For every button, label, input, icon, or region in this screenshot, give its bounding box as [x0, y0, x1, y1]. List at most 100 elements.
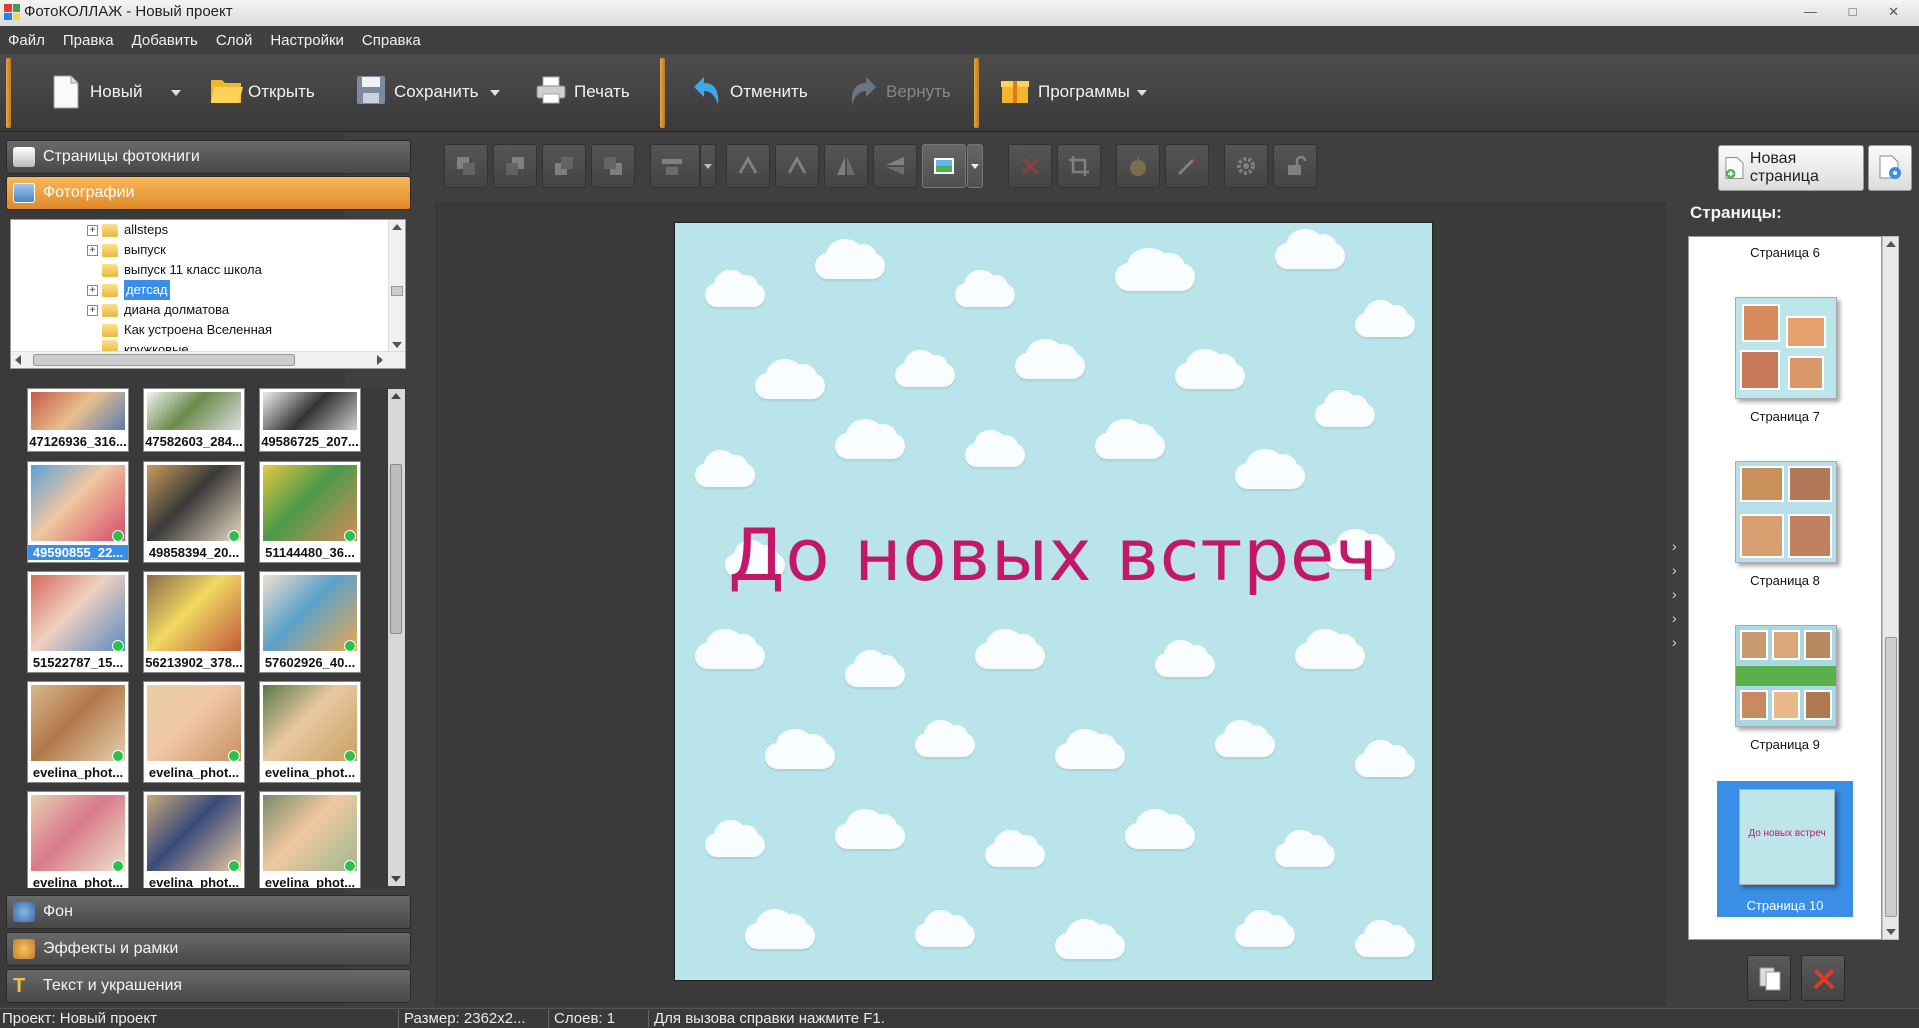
- tree-item[interactable]: + выпуск: [87, 240, 166, 260]
- menu-layer[interactable]: Слой: [216, 32, 252, 49]
- send-backward-button[interactable]: [542, 144, 586, 188]
- flip-horizontal-button[interactable]: [824, 144, 868, 188]
- flip-vertical-icon: [886, 157, 904, 175]
- photo-thumbnail[interactable]: evelina_phot...: [27, 791, 129, 888]
- section-background[interactable]: Фон: [6, 895, 411, 929]
- expand-icon[interactable]: +: [87, 304, 98, 316]
- photo-thumbnail[interactable]: 47582603_284...: [143, 388, 245, 452]
- status-layers: Слоев: 1: [554, 1010, 616, 1027]
- send-to-back-button[interactable]: [591, 144, 635, 188]
- expand-icon[interactable]: +: [87, 244, 98, 256]
- crop-button[interactable]: [1057, 144, 1101, 188]
- tree-item[interactable]: + детсад: [87, 280, 170, 300]
- photo-thumbnail[interactable]: 49590855_22...: [27, 461, 129, 563]
- new-button[interactable]: Новый: [52, 66, 142, 118]
- open-button[interactable]: Открыть: [210, 66, 315, 118]
- expand-icon[interactable]: +: [87, 224, 98, 236]
- page-thumbnail[interactable]: [1735, 297, 1837, 399]
- page-thumbnail[interactable]: До новых встреч: [1739, 789, 1835, 885]
- thumbnails-scrollbar[interactable]: [388, 389, 405, 886]
- align-button[interactable]: [650, 144, 700, 188]
- new-page-button[interactable]: Новая страница: [1718, 145, 1864, 191]
- print-button[interactable]: Печать: [536, 66, 630, 118]
- rotate-left-icon: [738, 155, 758, 174]
- photo-thumbnail[interactable]: evelina_phot...: [259, 791, 361, 888]
- page-settings-button[interactable]: [1868, 145, 1912, 191]
- photo-icon: [13, 183, 35, 203]
- toolbar-separator: [6, 58, 11, 128]
- cloud-decoration: [1275, 829, 1335, 867]
- photo-thumbnail[interactable]: evelina_phot...: [27, 681, 129, 783]
- photo-thumbnail[interactable]: 49586725_207...: [259, 388, 361, 452]
- rotate-right-button[interactable]: [775, 144, 819, 188]
- check-icon: [344, 640, 356, 652]
- bring-to-front-icon: [457, 157, 475, 175]
- fit-dropdown-button[interactable]: [967, 144, 983, 188]
- section-effects-frames[interactable]: Эффекты и рамки: [6, 932, 411, 966]
- menu-file[interactable]: Файл: [8, 32, 45, 49]
- pages-scrollbar[interactable]: [1882, 236, 1899, 940]
- tree-vertical-scrollbar[interactable]: [388, 220, 405, 352]
- window-controls[interactable]: — □ ✕: [1804, 0, 1913, 24]
- bring-to-front-button[interactable]: [444, 144, 488, 188]
- page-thumbnail[interactable]: [1735, 625, 1837, 727]
- collapse-panel-toggle[interactable]: › › › › ›: [1672, 534, 1677, 654]
- photo-thumbnail[interactable]: 47126936_316...: [27, 388, 129, 452]
- tree-item[interactable]: + allsteps: [87, 220, 168, 240]
- tree-item[interactable]: + диана долматова: [87, 300, 229, 320]
- bring-forward-button[interactable]: [493, 144, 537, 188]
- tree-item[interactable]: выпуск 11 класс школа: [102, 260, 262, 280]
- flip-vertical-button[interactable]: [873, 144, 917, 188]
- section-photobook-pages[interactable]: Страницы фотокниги: [6, 140, 411, 174]
- expand-icon[interactable]: +: [87, 284, 98, 296]
- window-title: ФотоКОЛЛАЖ - Новый проект: [24, 3, 233, 20]
- folder-tree[interactable]: + allsteps + выпуск выпуск 11 класс школа …: [10, 219, 406, 369]
- align-dropdown-button[interactable]: [700, 144, 716, 188]
- section-photos[interactable]: Фотографии: [6, 176, 411, 210]
- menu-help[interactable]: Справка: [362, 32, 421, 49]
- tree-item[interactable]: Как устроена Вселенная: [102, 320, 272, 340]
- page-text-label[interactable]: До новых встреч: [675, 513, 1432, 597]
- delete-button[interactable]: [1008, 144, 1052, 188]
- photo-thumbnail[interactable]: 51522787_15...: [27, 571, 129, 673]
- gift-box-icon: [1000, 75, 1030, 109]
- menu-settings[interactable]: Настройки: [270, 32, 344, 49]
- cloud-decoration: [1355, 919, 1415, 957]
- new-dropdown-caret[interactable]: [171, 90, 181, 96]
- status-project: Проект: Новый проект: [2, 1010, 157, 1027]
- photo-thumbnail[interactable]: evelina_phot...: [259, 681, 361, 783]
- delete-page-button[interactable]: [1801, 955, 1845, 1001]
- toolbar-separator: [974, 58, 979, 128]
- section-text-decorations[interactable]: T Текст и украшения: [6, 969, 411, 1003]
- duplicate-page-button[interactable]: [1747, 955, 1791, 1001]
- photo-thumbnail[interactable]: evelina_phot...: [143, 681, 245, 783]
- page-thumbnail[interactable]: [1735, 461, 1837, 563]
- effects-button[interactable]: [1116, 144, 1160, 188]
- save-dropdown-caret[interactable]: [490, 90, 500, 96]
- programs-dropdown-caret[interactable]: [1137, 90, 1147, 96]
- photo-thumbnail[interactable]: evelina_phot...: [143, 791, 245, 888]
- cloud-decoration: [1055, 918, 1125, 959]
- delete-x-icon: [1813, 968, 1835, 990]
- programs-button[interactable]: Программы: [1000, 66, 1130, 118]
- settings-button[interactable]: [1224, 144, 1268, 188]
- cloud-decoration: [1275, 228, 1345, 269]
- save-button[interactable]: Сохранить: [356, 66, 478, 118]
- collage-page[interactable]: До новых встреч: [674, 222, 1433, 981]
- tree-horizontal-scrollbar[interactable]: [11, 351, 405, 368]
- status-hint: Для вызова справки нажмите F1.: [654, 1010, 885, 1027]
- photo-thumbnail[interactable]: 49858394_20...: [143, 461, 245, 563]
- photo-thumbnail[interactable]: 56213902_378...: [143, 571, 245, 673]
- redo-button[interactable]: Вернуть: [848, 66, 951, 118]
- menu-add[interactable]: Добавить: [132, 32, 198, 49]
- fit-to-page-button[interactable]: [922, 144, 966, 188]
- magic-wand-button[interactable]: [1165, 144, 1209, 188]
- section-photobook-pages-label: Страницы фотокниги: [43, 148, 200, 165]
- photo-thumbnail[interactable]: 51144480_36...: [259, 461, 361, 563]
- lock-button[interactable]: [1273, 144, 1317, 188]
- photo-thumbnail[interactable]: 57602926_40...: [259, 571, 361, 673]
- photo-caption: 51522787_15...: [32, 655, 124, 670]
- rotate-left-button[interactable]: [726, 144, 770, 188]
- undo-button[interactable]: Отменить: [692, 66, 808, 118]
- menu-edit[interactable]: Правка: [63, 32, 114, 49]
